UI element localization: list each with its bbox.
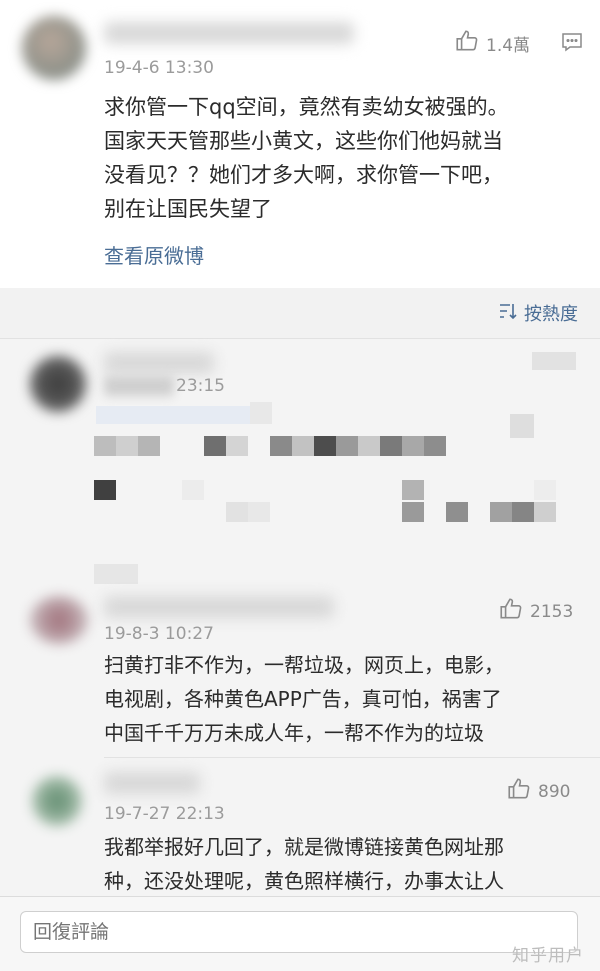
mosaic-block [380,436,402,456]
original-post-card: 19-4-6 13:30 1.4萬 求你管一下qq空间，竟然有卖幼女被强的。 国… [0,0,600,288]
mosaic-block [226,436,248,456]
mosaic-block [446,502,468,522]
mosaic-block [138,436,160,456]
comment-card: 19-7-27 22:13 890 我都举报好几回了，就是微博链接黄色网址那 种… [0,758,600,896]
mosaic-block [402,502,424,522]
sort-icon [498,302,518,325]
comment-text: 我都举报好几回了，就是微博链接黄色网址那 种，还没处理呢，黄色照样横行，办事太让… [104,835,504,893]
username-blurred[interactable] [104,352,214,374]
mosaic-block [424,436,446,456]
mosaic-block [116,436,138,456]
watermark: 知乎用户 [512,946,584,966]
avatar[interactable] [32,776,82,826]
post-text: 求你管一下qq空间，竟然有卖幼女被强的。 国家天天管那些小黄文，这些你们他妈就当… [104,95,509,221]
mosaic-block [532,352,576,370]
mosaic-block [94,564,138,584]
comment-date-blurred [104,376,174,396]
comment-date: 19-8-3 10:27 [104,624,214,644]
mosaic-block [490,502,512,522]
sort-bar: 按熱度 [0,288,600,338]
username-blurred[interactable] [104,596,334,618]
post-like-count: 1.4萬 [486,36,531,56]
mosaic-block [402,480,424,500]
post-like-button[interactable]: 1.4萬 [454,28,530,59]
comment-date: 19-7-27 22:13 [104,804,225,824]
thumbs-up-icon [454,28,480,59]
thumbs-up-icon [506,776,532,807]
mosaic-block [96,406,256,424]
mosaic-block [204,436,226,456]
reply-bar: 知乎用户 [0,896,600,971]
mosaic-block [248,502,270,522]
comment-text: 扫黄打非不作为，一帮垃圾，网页上，电影， 电视剧，各种黄色APP广告，真可怕，祸… [104,653,504,745]
sort-label: 按熱度 [524,304,578,325]
comment-time: 23:15 [176,376,225,396]
avatar[interactable] [30,596,88,644]
comment-icon [560,33,584,58]
comment-like-count: 2153 [530,601,574,622]
comment-like-button[interactable]: 2153 [498,596,573,627]
mosaic-block [358,436,380,456]
view-original-link[interactable]: 查看原微博 [104,240,204,269]
mosaic-block [94,436,116,456]
comment-card: 19-8-3 10:27 2153 扫黄打非不作为，一帮垃圾，网页上，电影， 电… [0,590,600,758]
username-blurred[interactable] [104,772,200,794]
thumbs-up-icon [498,596,524,627]
mosaic-block [94,480,116,500]
mosaic-block [226,502,248,522]
comment-like-button[interactable]: 890 [506,776,570,807]
mosaic-block [250,402,272,424]
mosaic-block [512,502,534,522]
comment-like-count: 890 [538,781,571,802]
mosaic-block [270,436,292,456]
comment-pixelated: 23:15 [0,338,600,590]
reply-input[interactable] [20,911,578,953]
mosaic-block [336,436,358,456]
mosaic-block [510,414,534,438]
mosaic-block [292,436,314,456]
mosaic-block [182,480,204,500]
post-date: 19-4-6 13:30 [104,58,214,78]
mosaic-block [534,502,556,522]
sort-button[interactable]: 按熱度 [498,300,578,326]
mosaic-block [402,436,424,456]
divider [0,338,600,339]
comment-button[interactable] [560,30,584,58]
avatar[interactable] [22,16,86,80]
mosaic-block [314,436,336,456]
mosaic-block [534,480,556,500]
avatar[interactable] [30,356,86,412]
username-blurred[interactable] [104,22,354,44]
